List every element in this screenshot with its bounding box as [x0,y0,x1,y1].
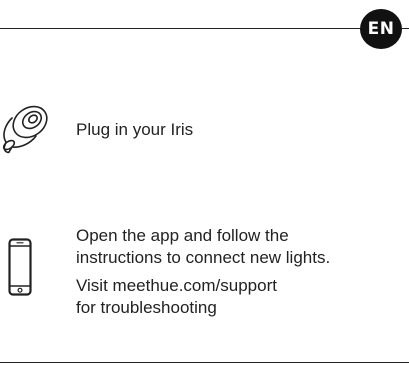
smartphone-icon [8,238,32,296]
support-line-1: Visit meethue.com/support [76,276,277,295]
step-open-app-line-2: instructions to connect new lights. [76,248,331,267]
lamp-icon [2,105,48,154]
step-plug-in-text: Plug in your Iris [76,120,194,139]
step-open-app-text: Open the app and follow the instructions… [76,225,330,269]
top-divider [0,28,362,29]
step-open-app-line-1: Open the app and follow the [76,226,289,245]
support-line-2: for troubleshooting [76,298,217,317]
top-divider-tail [402,28,409,29]
quick-start-page: EN Plug in your Iris Open the app and fo… [0,0,409,366]
bottom-divider [0,362,409,363]
language-badge: EN [360,9,402,49]
